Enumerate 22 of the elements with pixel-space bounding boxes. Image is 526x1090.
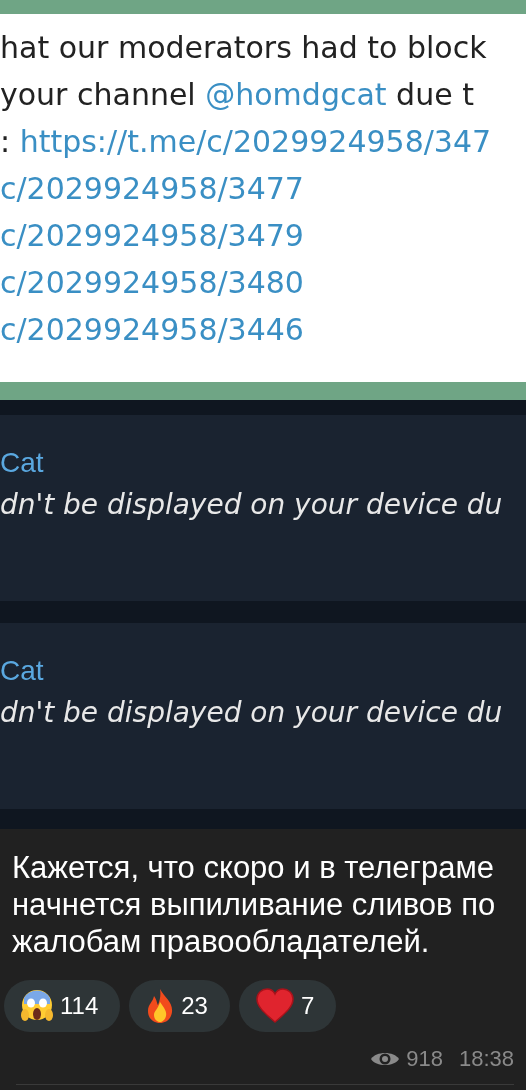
sender-name: Cat <box>0 654 45 688</box>
message-text: due t <box>395 77 474 112</box>
link[interactable]: c/2029924958/3479 <box>0 218 304 253</box>
view-count: 918 <box>406 1046 443 1072</box>
heart-icon <box>254 988 295 1024</box>
reaction-button[interactable]: 7 <box>238 980 337 1032</box>
message-text: : <box>0 124 12 159</box>
reaction-button[interactable]: 114 <box>4 980 121 1032</box>
screaming-face-icon <box>20 988 54 1024</box>
message-text: your channel <box>0 77 197 112</box>
link[interactable]: c/2029924958/3480 <box>0 265 304 300</box>
link[interactable]: c/2029924958/3477 <box>0 171 304 206</box>
notice-text: dn't be displayed on your device du <box>0 695 504 731</box>
notice-text: dn't be displayed on your device du <box>0 487 504 523</box>
link[interactable]: c/2029924958/3446 <box>0 312 304 347</box>
link[interactable]: https://t.me/c/2029924958/347 <box>19 124 492 159</box>
post-time: 18:38 <box>458 1046 514 1072</box>
post-text: Кажется, что скоро и в телеграме начнется выпиливание сливов по жалобам правообладателей. <box>12 849 497 960</box>
sender-name: Cat <box>0 446 45 480</box>
link[interactable]: @homdgcat <box>205 77 387 112</box>
message-text: hat our moderators had to block <box>0 30 487 65</box>
reaction-button[interactable]: 23 <box>129 980 230 1032</box>
